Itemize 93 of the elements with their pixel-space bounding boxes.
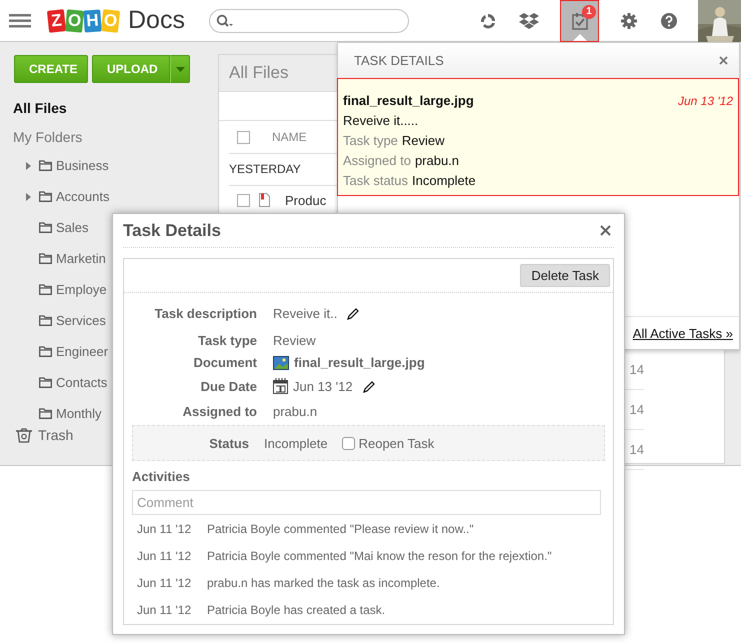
expand-arrow-icon[interactable]	[26, 192, 31, 200]
file-name[interactable]: Produc	[285, 192, 326, 208]
reopen-checkbox[interactable]	[342, 436, 355, 450]
folder-item[interactable]: Accounts	[56, 189, 110, 204]
task-button[interactable]: 1	[560, 0, 599, 42]
logo-letter: Z	[46, 8, 66, 32]
search-icon	[216, 14, 234, 28]
recycle-icon[interactable]	[479, 12, 497, 30]
settings-icon[interactable]	[620, 12, 638, 30]
pencil-icon[interactable]	[346, 306, 360, 320]
field-value: prabu.n	[273, 404, 318, 418]
folder-icon	[39, 346, 52, 357]
folder-item[interactable]: Engineer	[56, 344, 108, 359]
field-value: Reveive it..	[273, 306, 338, 320]
panel-title: TASK DETAILS	[354, 53, 444, 68]
task-card[interactable]: final_result_large.jpg Jun 13 '12 Reveive it..... Task type Review Assigned to prabu.n Task status Incomplete	[337, 78, 739, 196]
activity-text: Patricia Boyle has created a task.	[207, 602, 386, 616]
due-date: Jun 13 '12	[678, 93, 733, 110]
folder-icon	[39, 377, 52, 388]
logo-letter: O	[65, 8, 84, 32]
folder-item[interactable]: Sales	[56, 220, 89, 235]
task-icon	[572, 12, 588, 30]
select-all-checkbox[interactable]	[237, 130, 250, 144]
folder-icon	[39, 408, 52, 419]
field-value: Jun 13 '12	[293, 378, 353, 394]
folder-item[interactable]: Services	[56, 313, 106, 328]
folder-item[interactable]: Monthly	[56, 406, 102, 421]
field-value: prabu.n	[414, 153, 460, 168]
expand-arrow-icon[interactable]	[26, 162, 31, 170]
panel-title: All Files	[229, 63, 289, 83]
field-label: Task type	[343, 133, 398, 148]
menu-icon[interactable]	[9, 14, 31, 28]
row-checkbox[interactable]	[237, 194, 250, 206]
nav-item[interactable]: My Folders	[13, 129, 218, 145]
field-label: Task description	[154, 306, 257, 320]
folder-item[interactable]: Contacts	[56, 375, 108, 390]
folder-icon	[39, 315, 52, 326]
task-description: Reveive it.....	[343, 112, 420, 130]
nav-item[interactable]: All Files	[13, 100, 218, 116]
delete-task-button[interactable]: Delete Task	[520, 264, 610, 287]
field-value[interactable]: final_result_large.jpg	[294, 355, 425, 370]
field-label: Document	[192, 355, 257, 370]
field-label: Task type	[196, 332, 257, 348]
column-header[interactable]: NAME	[272, 130, 307, 144]
logo-letter: H	[83, 8, 102, 32]
image-file-icon	[273, 356, 289, 370]
upload-button[interactable]: UPLOAD	[92, 55, 170, 83]
checkbox-label[interactable]: Reopen Task	[358, 436, 434, 450]
field-label: Due Date	[200, 378, 257, 394]
activity-date: Jun 11 '12	[137, 522, 192, 536]
folder-item[interactable]: Employe	[56, 282, 107, 297]
calendar-icon	[273, 378, 288, 394]
trash-icon	[15, 428, 33, 442]
folder-item[interactable]: Marketin	[56, 251, 106, 266]
activity-date: Jun 11 '12	[137, 548, 192, 562]
field-value: Incomplete	[264, 436, 328, 450]
close-icon[interactable]	[719, 56, 728, 65]
pdf-file-icon	[259, 193, 270, 207]
pencil-icon[interactable]	[362, 380, 375, 392]
field-value: Review	[273, 332, 316, 348]
folder-item[interactable]: Business	[56, 158, 109, 173]
product-name: Docs	[128, 6, 185, 35]
activity-text: Patricia Boyle commented "Mai know the reson for the rejextion."	[207, 548, 552, 562]
activity-text: prabu.n has marked the task as incomplete.	[207, 576, 440, 590]
notification-badge: 1	[582, 4, 596, 18]
field-label: Task status	[343, 173, 408, 188]
dropbox-icon[interactable]	[519, 12, 539, 30]
create-button[interactable]: CREATE	[14, 55, 88, 83]
folder-icon	[39, 222, 52, 233]
caret-icon	[176, 66, 184, 72]
section-title: Activities	[132, 469, 191, 484]
dialog-title: Task Details	[123, 220, 221, 240]
folder-icon	[39, 284, 52, 295]
field-value: Incomplete	[412, 173, 476, 188]
activity-date: Jun 11 '12	[137, 602, 192, 616]
nav-item[interactable]: Trash	[38, 427, 74, 443]
close-icon[interactable]	[600, 225, 611, 236]
all-tasks-link[interactable]: All Active Tasks »	[632, 326, 733, 340]
field-label: Status	[208, 436, 249, 450]
logo-letter: O	[100, 8, 120, 32]
upload-dropdown-button[interactable]	[170, 55, 190, 83]
activity-date: Jun 11 '12	[137, 576, 192, 590]
file-name: final_result_large.jpg	[343, 92, 474, 110]
field-value: Review	[402, 133, 445, 148]
help-icon[interactable]	[660, 12, 678, 30]
field-label: Assigned to	[343, 153, 411, 168]
folder-icon	[39, 160, 52, 171]
search-field[interactable]	[208, 8, 409, 32]
folder-icon	[39, 253, 52, 264]
field-label: Assigned to	[182, 404, 257, 418]
comment-field[interactable]: Comment	[132, 490, 601, 515]
folder-icon	[39, 191, 52, 202]
activity-text: Patricia Boyle commented "Please review it now.."	[207, 522, 474, 536]
